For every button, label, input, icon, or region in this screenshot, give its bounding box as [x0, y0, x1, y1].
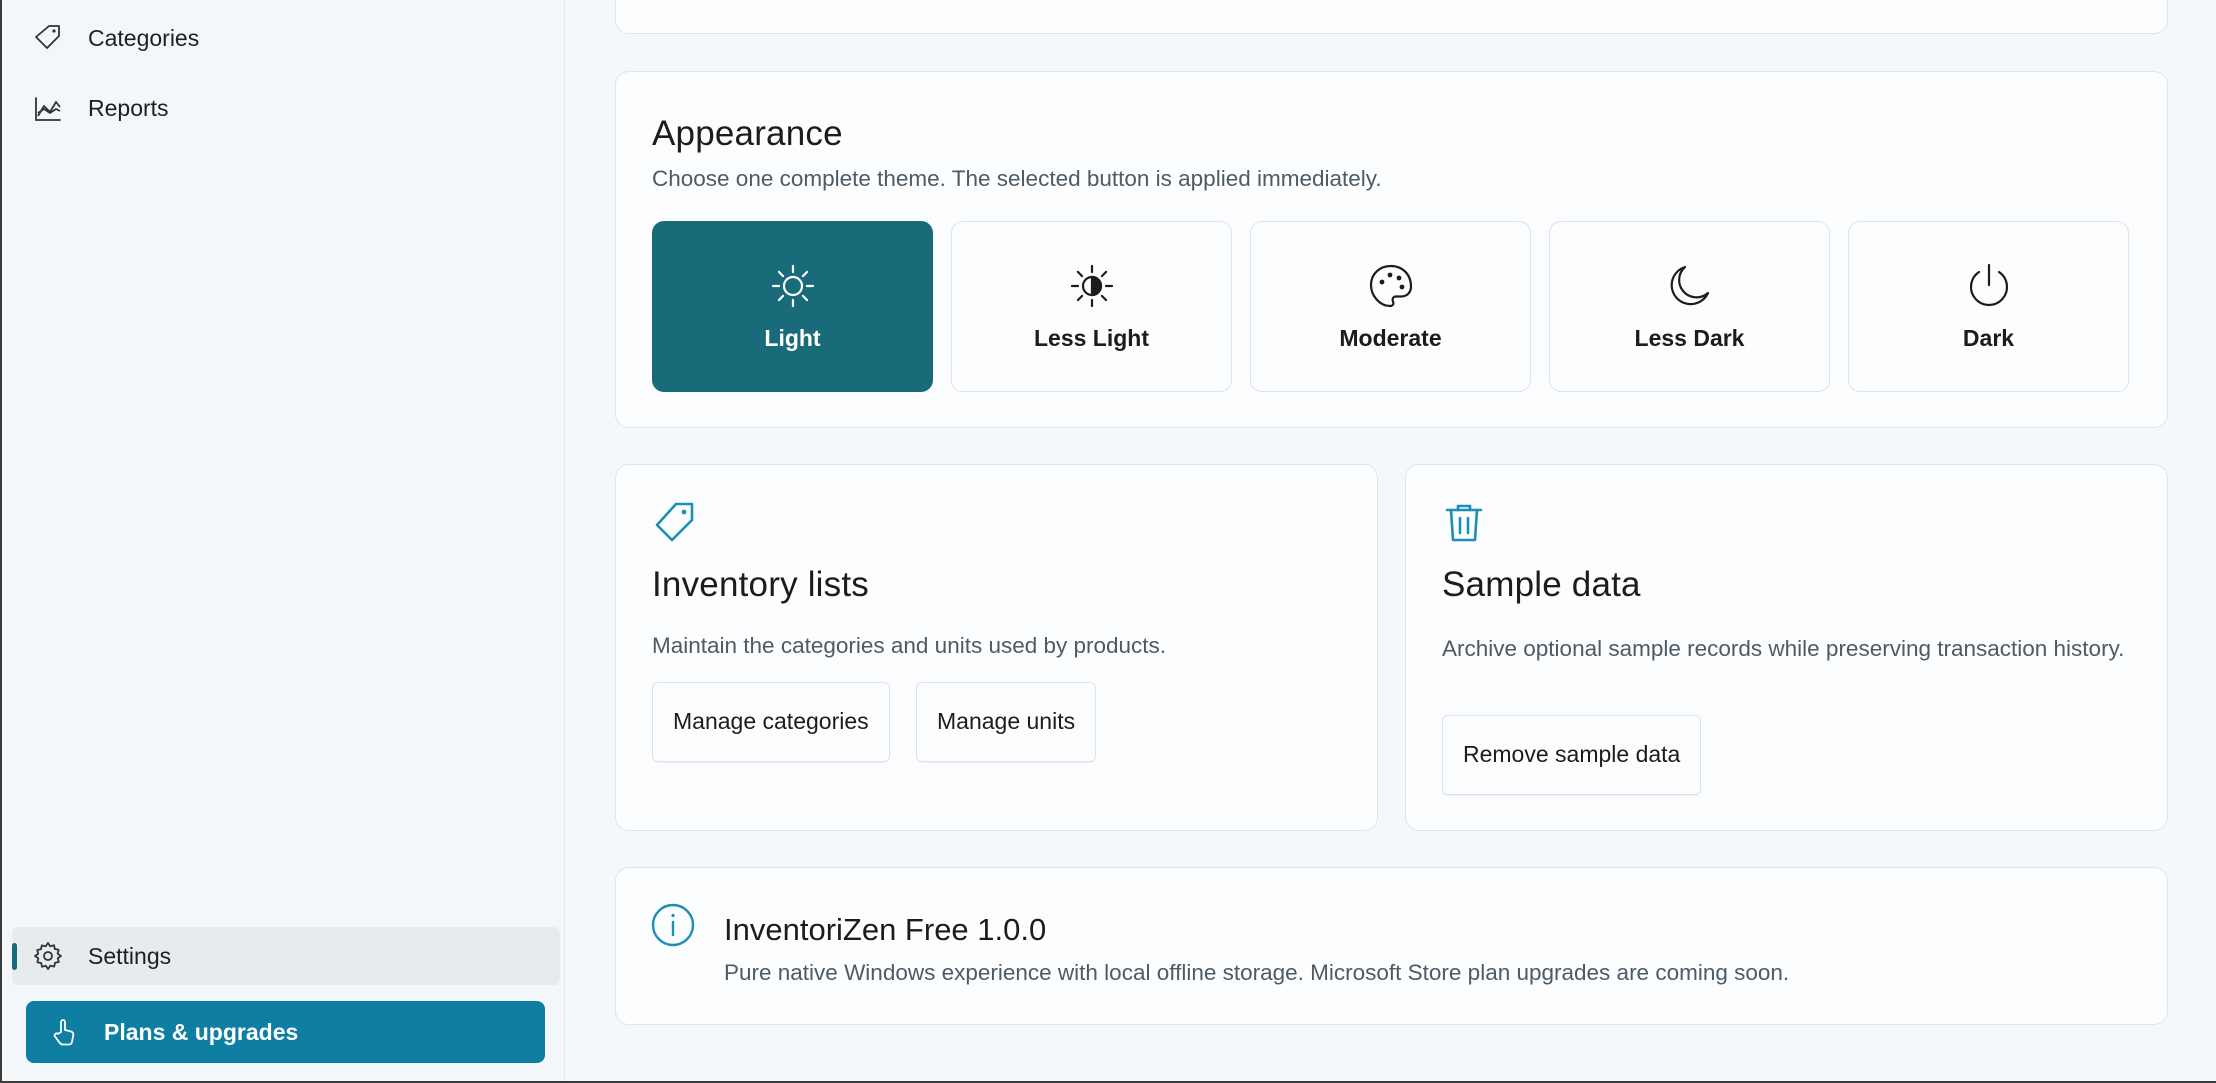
moon-icon — [1670, 265, 1709, 306]
power-icon — [1969, 263, 2008, 307]
sample-data-title: Sample data — [1442, 565, 1641, 604]
theme-light-button[interactable]: Light — [652, 221, 933, 392]
tag-icon — [35, 25, 60, 49]
sidebar-item-label: Categories — [88, 24, 200, 51]
appearance-title: Appearance — [652, 114, 843, 153]
appearance-card: Appearance Choose one complete theme. Th… — [615, 71, 2168, 428]
contrast-icon — [1070, 264, 1113, 308]
theme-label: Light — [764, 325, 821, 351]
area-chart-icon — [35, 97, 61, 121]
theme-label: Moderate — [1339, 325, 1442, 351]
theme-moderate-button[interactable]: Moderate — [1250, 221, 1531, 392]
sample-data-description: Archive optional sample records while pr… — [1442, 636, 2125, 661]
remove-sample-data-button[interactable]: Remove sample data — [1442, 715, 1702, 795]
sun-icon — [771, 264, 814, 308]
sidebar-item-settings[interactable]: Settings — [12, 927, 560, 985]
appearance-description: Choose one complete theme. The selected … — [652, 166, 1382, 191]
theme-label: Dark — [1962, 325, 2015, 351]
sidebar: Categories Reports Settings Plans & upgr… — [4, 0, 565, 1081]
palette-icon — [1369, 264, 1412, 308]
manage-units-button[interactable]: Manage units — [916, 682, 1097, 762]
gear-icon — [34, 942, 62, 970]
about-description: Pure native Windows experience with loca… — [724, 960, 1790, 985]
info-icon — [651, 903, 695, 947]
theme-label: Less Dark — [1634, 325, 1745, 351]
sample-data-card: Sample data Archive optional sample reco… — [1405, 464, 2168, 831]
sidebar-item-label: Settings — [88, 942, 172, 969]
sidebar-item-reports[interactable]: Reports — [12, 79, 560, 137]
theme-label: Less Light — [1033, 325, 1149, 351]
trash-icon — [1445, 504, 1483, 542]
settings-card-partial — [615, 0, 2168, 34]
theme-less-light-button[interactable]: Less Light — [951, 221, 1232, 392]
tag-icon — [655, 502, 694, 542]
about-card: InventoriZen Free 1.0.0 Pure native Wind… — [615, 867, 2168, 1025]
plans-upgrades-label: Plans & upgrades — [104, 1019, 299, 1045]
inventory-lists-title: Inventory lists — [652, 565, 869, 604]
theme-less-dark-button[interactable]: Less Dark — [1549, 221, 1830, 392]
inventory-lists-card: Inventory lists Maintain the categories … — [615, 464, 1378, 831]
theme-dark-button[interactable]: Dark — [1848, 221, 2129, 392]
hand-pointer-icon — [53, 1019, 75, 1046]
sidebar-item-categories[interactable]: Categories — [12, 9, 560, 67]
inventory-lists-description: Maintain the categories and units used b… — [652, 633, 1167, 658]
manage-categories-button[interactable]: Manage categories — [652, 682, 890, 762]
plans-upgrades-button[interactable]: Plans & upgrades — [26, 1001, 545, 1063]
app-version-title: InventoriZen Free 1.0.0 — [724, 912, 1047, 947]
app-window: Categories Reports Settings Plans & upgr… — [0, 0, 2216, 1083]
sidebar-item-label: Reports — [88, 94, 169, 121]
